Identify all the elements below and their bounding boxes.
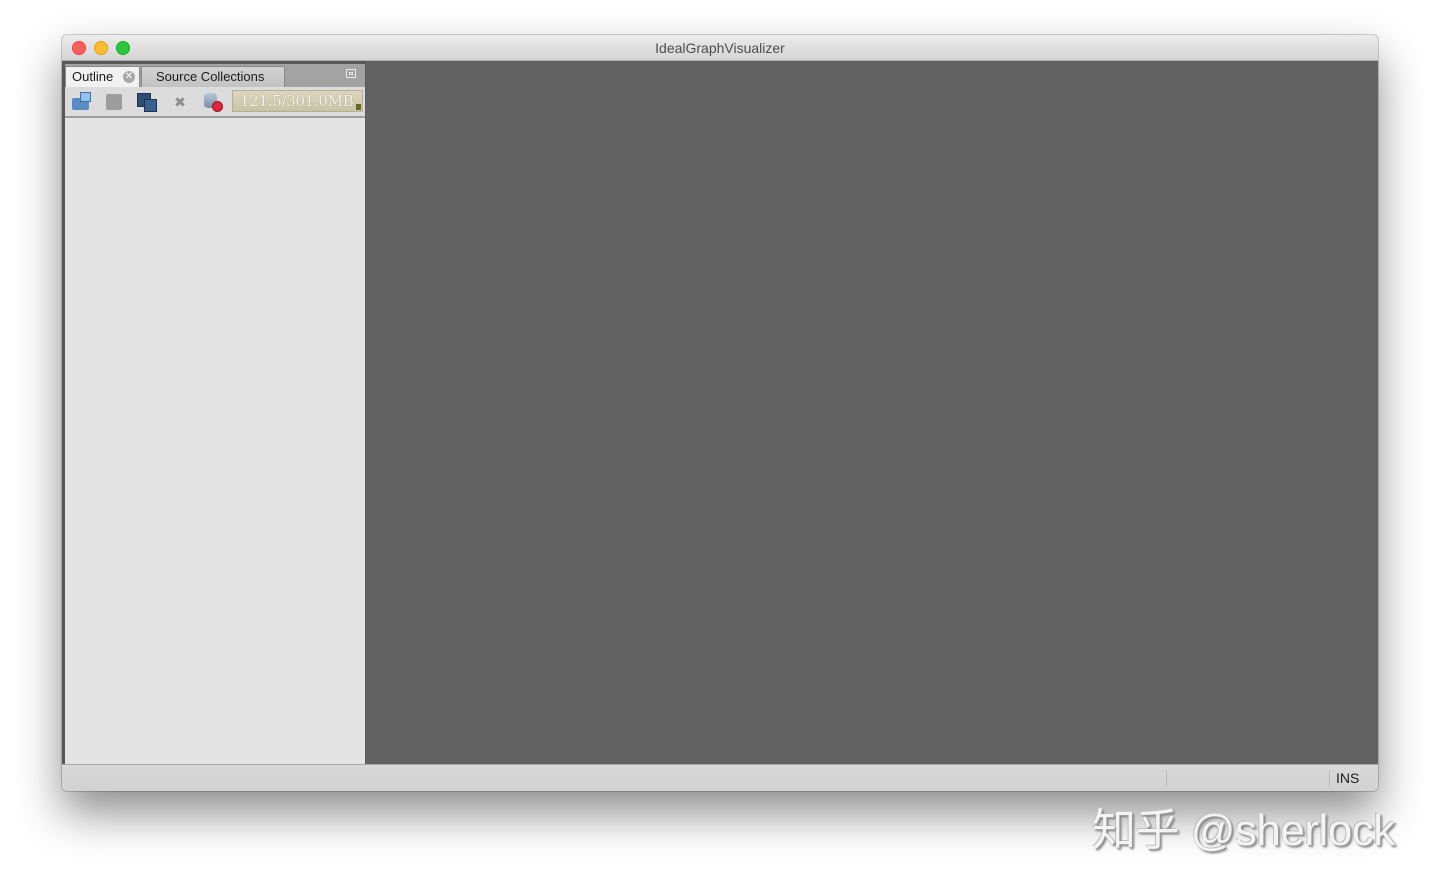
status-divider bbox=[1329, 770, 1330, 786]
outline-toolbar: ✖ 121.5/301.0MB bbox=[65, 87, 365, 118]
insert-mode-indicator: INS bbox=[1336, 770, 1360, 786]
memory-usage-indicator[interactable]: 121.5/301.0MB bbox=[232, 90, 363, 112]
save-button[interactable] bbox=[104, 92, 124, 112]
database-remove-icon bbox=[204, 93, 223, 112]
editor-area[interactable] bbox=[366, 61, 1378, 764]
restore-window-group-icon[interactable] bbox=[346, 69, 356, 78]
status-divider bbox=[1166, 770, 1167, 786]
floppy-disk-icon bbox=[106, 94, 122, 110]
window-title: IdealGraphVisualizer bbox=[655, 40, 785, 56]
main-content: Outline ✕ Source Collections ✖ 121.5/301… bbox=[62, 61, 1378, 764]
x-icon: ✖ bbox=[174, 94, 186, 110]
status-bar: INS bbox=[62, 764, 1378, 791]
app-window: IdealGraphVisualizer Outline ✕ Source Co… bbox=[62, 35, 1378, 791]
folder-open-icon bbox=[72, 92, 91, 110]
watermark: 知乎 @sherlock bbox=[1092, 806, 1395, 855]
open-button[interactable] bbox=[71, 92, 91, 112]
outline-panel: Outline ✕ Source Collections ✖ 121.5/301… bbox=[65, 64, 365, 764]
tab-outline-label: Outline bbox=[72, 69, 114, 84]
tab-source-collections[interactable]: Source Collections bbox=[141, 66, 285, 87]
title-bar: IdealGraphVisualizer bbox=[62, 35, 1378, 61]
remove-button[interactable]: ✖ bbox=[170, 92, 190, 112]
save-all-icon bbox=[137, 93, 157, 112]
outline-tree[interactable] bbox=[65, 118, 365, 764]
tab-outline[interactable]: Outline ✕ bbox=[65, 66, 140, 87]
panel-tab-bar: Outline ✕ Source Collections bbox=[65, 64, 365, 87]
remove-all-button[interactable] bbox=[202, 92, 223, 112]
save-all-button[interactable] bbox=[137, 92, 157, 112]
close-tab-icon[interactable]: ✕ bbox=[123, 71, 135, 83]
memory-usage-text: 121.5/301.0MB bbox=[240, 92, 354, 110]
gc-indicator bbox=[356, 104, 361, 110]
tab-source-collections-label: Source Collections bbox=[156, 69, 265, 84]
